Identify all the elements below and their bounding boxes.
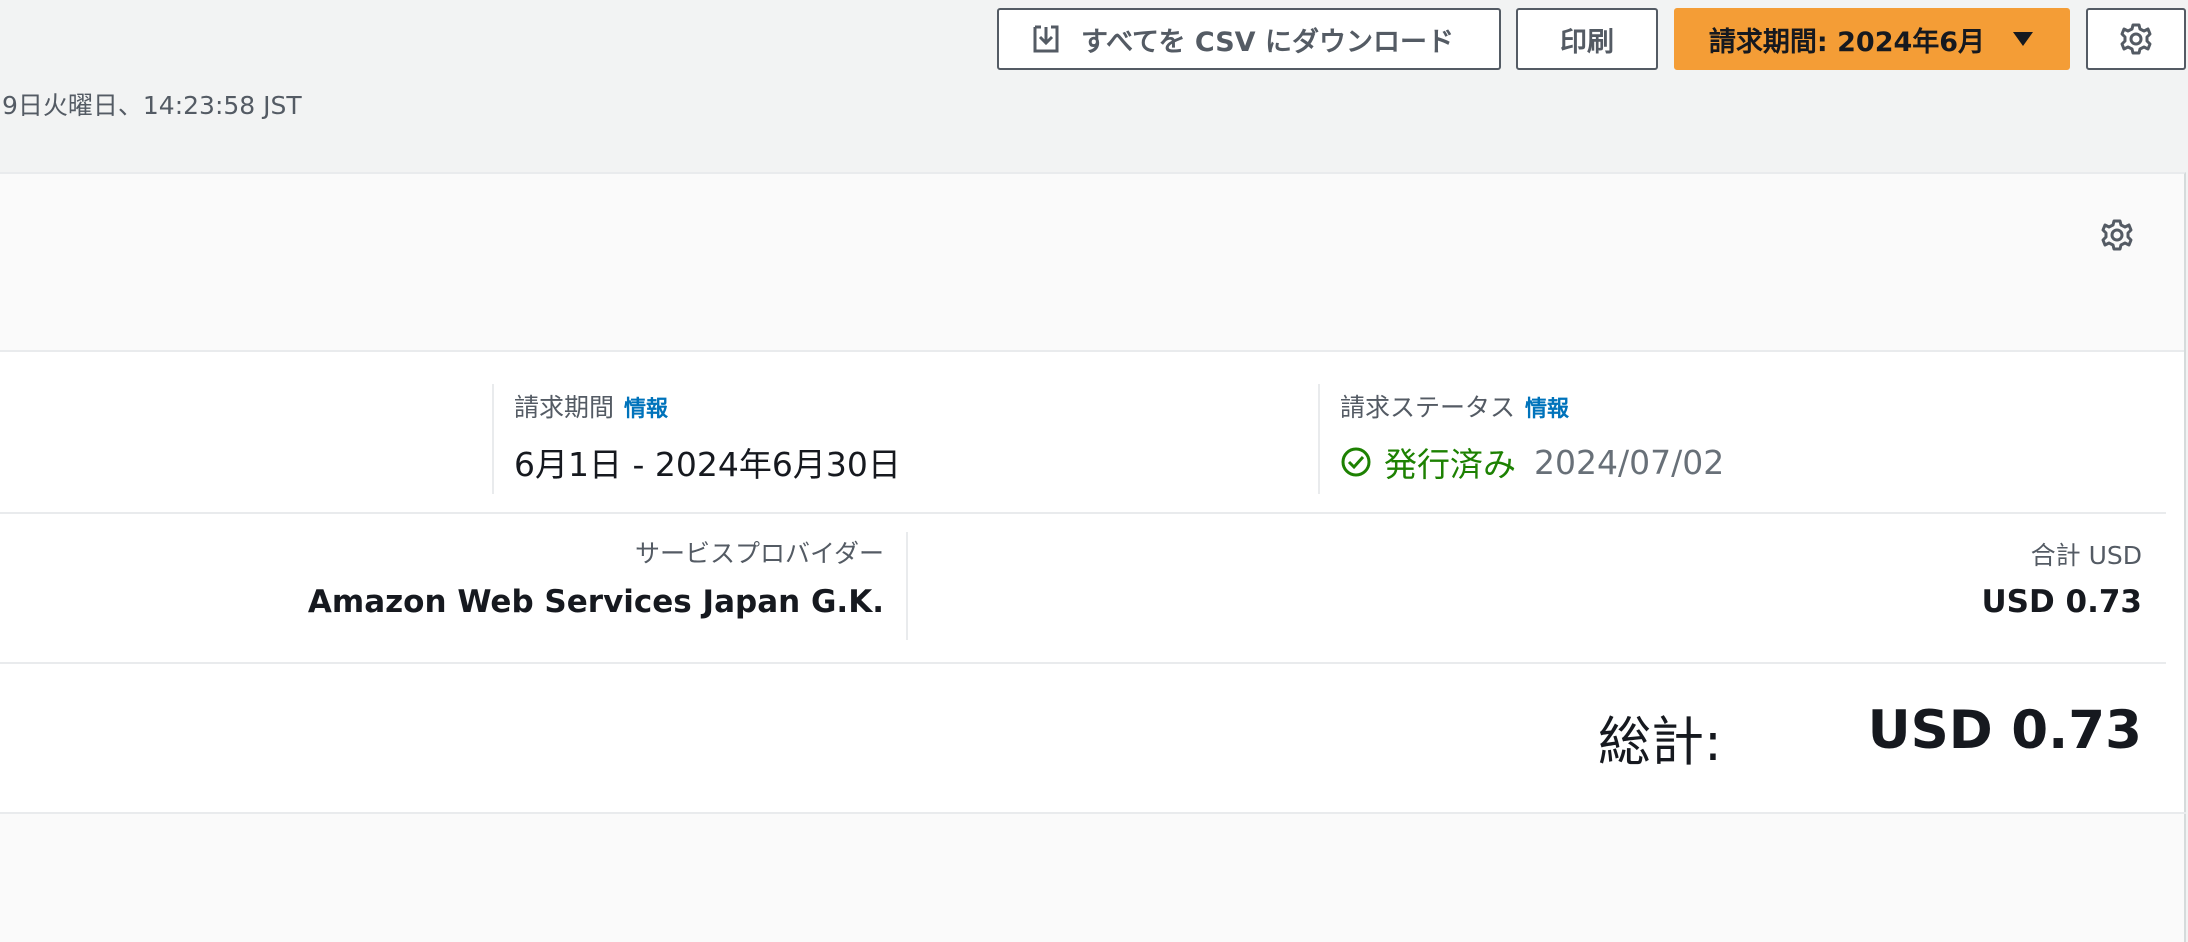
print-button[interactable]: 印刷 bbox=[1516, 8, 1658, 70]
gear-icon[interactable] bbox=[2100, 218, 2134, 252]
grand-total-label: 総計: bbox=[1598, 712, 1722, 773]
billing-period-value: 6月1日 - 2024年6月30日 bbox=[514, 445, 901, 484]
row-divider bbox=[0, 662, 2166, 664]
billing-period-dropdown[interactable]: 請求期間: 2024年6月 bbox=[1674, 8, 2070, 70]
column-divider bbox=[1318, 384, 1320, 494]
billing-period-field-label: 請求期間 情報 bbox=[514, 388, 668, 424]
status-badge: 発行済み bbox=[1384, 445, 1516, 484]
billing-period-label-text: 請求期間 bbox=[514, 393, 615, 422]
billing-status-field-label: 請求ステータス 情報 bbox=[1340, 388, 1569, 424]
last-updated-timestamp: 9日火曜日、14:23:58 JST bbox=[2, 91, 302, 120]
billing-period-label: 請求期間: 2024年6月 bbox=[1708, 26, 1986, 58]
service-provider-label: サービスプロバイダー bbox=[634, 539, 884, 568]
container-header bbox=[0, 174, 2184, 352]
billing-status-info-link[interactable]: 情報 bbox=[1525, 397, 1569, 422]
row-divider bbox=[0, 512, 2166, 514]
billing-status-value: 発行済み 2024/07/02 bbox=[1340, 438, 1724, 486]
download-csv-button[interactable]: すべてを CSV にダウンロード bbox=[997, 8, 1501, 70]
download-csv-label: すべてを CSV にダウンロード bbox=[1081, 26, 1454, 58]
grand-total-value: USD 0.73 bbox=[1867, 700, 2142, 761]
settings-button[interactable] bbox=[2086, 8, 2186, 70]
print-label: 印刷 bbox=[1560, 26, 1614, 58]
status-date: 2024/07/02 bbox=[1534, 442, 1725, 482]
bill-summary-container: 請求期間 情報 6月1日 - 2024年6月30日 請求ステータス 情報 発行済み … bbox=[0, 172, 2186, 942]
total-usd-value: USD 0.73 bbox=[1981, 584, 2142, 620]
service-provider-value: Amazon Web Services Japan G.K. bbox=[307, 584, 884, 620]
billing-period-info-link[interactable]: 情報 bbox=[624, 397, 668, 422]
column-divider bbox=[492, 384, 494, 494]
billing-page: すべてを CSV にダウンロード 印刷 請求期間: 2024年6月 9日火曜日、… bbox=[0, 0, 2188, 942]
billing-status-label-text: 請求ステータス bbox=[1340, 393, 1516, 422]
check-circle-icon bbox=[1340, 446, 1372, 478]
container-footer bbox=[0, 814, 2184, 942]
total-usd-label: 合計 USD bbox=[2030, 541, 2142, 570]
gear-icon bbox=[2119, 22, 2153, 56]
caret-down-icon bbox=[2011, 30, 2035, 48]
column-divider bbox=[906, 532, 908, 640]
download-icon bbox=[1031, 24, 1061, 54]
